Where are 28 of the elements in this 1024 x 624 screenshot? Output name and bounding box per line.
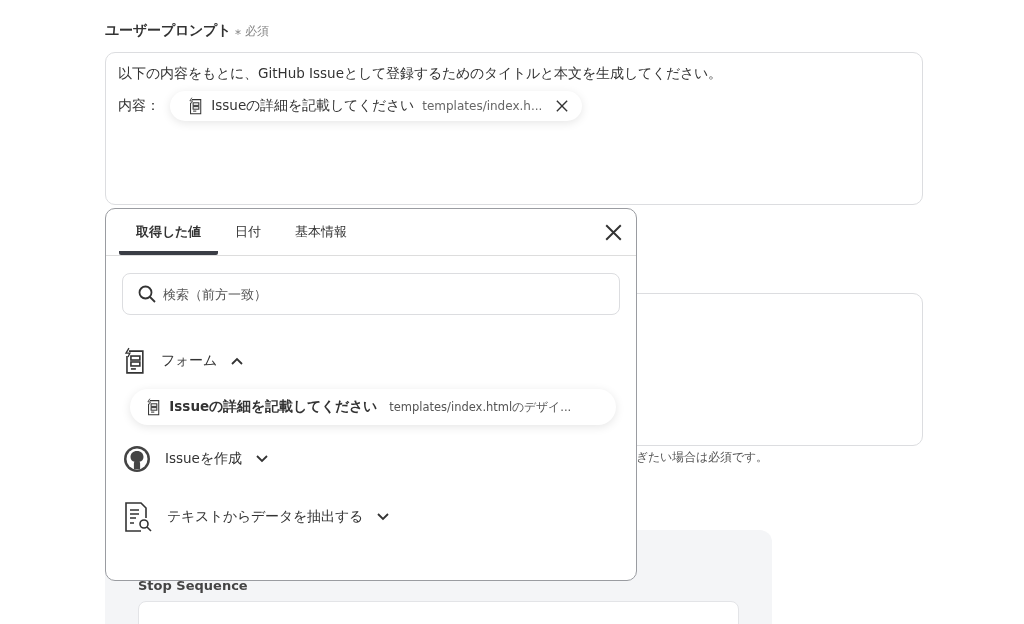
content-label: 内容： [118, 97, 160, 115]
form-icon [188, 97, 204, 115]
close-icon [605, 223, 622, 241]
close-button[interactable] [605, 223, 622, 241]
source-group-header[interactable]: フォーム [106, 341, 636, 381]
close-icon [556, 100, 569, 112]
variable-item[interactable]: Issueの詳細を記載してください templates/index.htmlのデザイ... [130, 389, 616, 425]
variable-chip[interactable]: Issueの詳細を記載してください templates/index.h... [170, 91, 583, 121]
tab[interactable]: 日付 [218, 209, 278, 255]
prompt-text: 以下の内容をもとに、GitHub Issueとして登録するためのタイトルと本文を生成してください。 [118, 65, 723, 83]
prompt-textarea[interactable]: 以下の内容をもとに、GitHub Issueとして登録するためのタイトルと本文を生成してください。 内容： Issueの詳細を記載してください templates/index.h... [105, 52, 923, 205]
field-label: Stop Sequence [138, 578, 249, 593]
search-field[interactable]: 検索（前方一致） [122, 273, 620, 315]
required-mark: ⁎ [235, 24, 241, 38]
chevron-up-icon [230, 357, 243, 365]
chevron-down-icon [255, 455, 268, 463]
tab[interactable]: 基本情報 [278, 209, 364, 255]
required-label: 必須 [245, 23, 269, 40]
source-group-header[interactable]: テキストからデータを抽出する [106, 497, 636, 537]
form-icon [146, 398, 162, 416]
document-search-icon [123, 501, 153, 533]
field-label: ユーザープロンプト [105, 22, 231, 40]
tab[interactable]: 取得した値 [119, 209, 218, 255]
hint-text: ぎたい場合は必須です。 [636, 449, 769, 466]
chevron-down-icon [377, 513, 389, 521]
search-icon [138, 285, 156, 303]
form-icon [123, 347, 147, 375]
source-group-header[interactable]: Issueを作成 [106, 439, 636, 479]
